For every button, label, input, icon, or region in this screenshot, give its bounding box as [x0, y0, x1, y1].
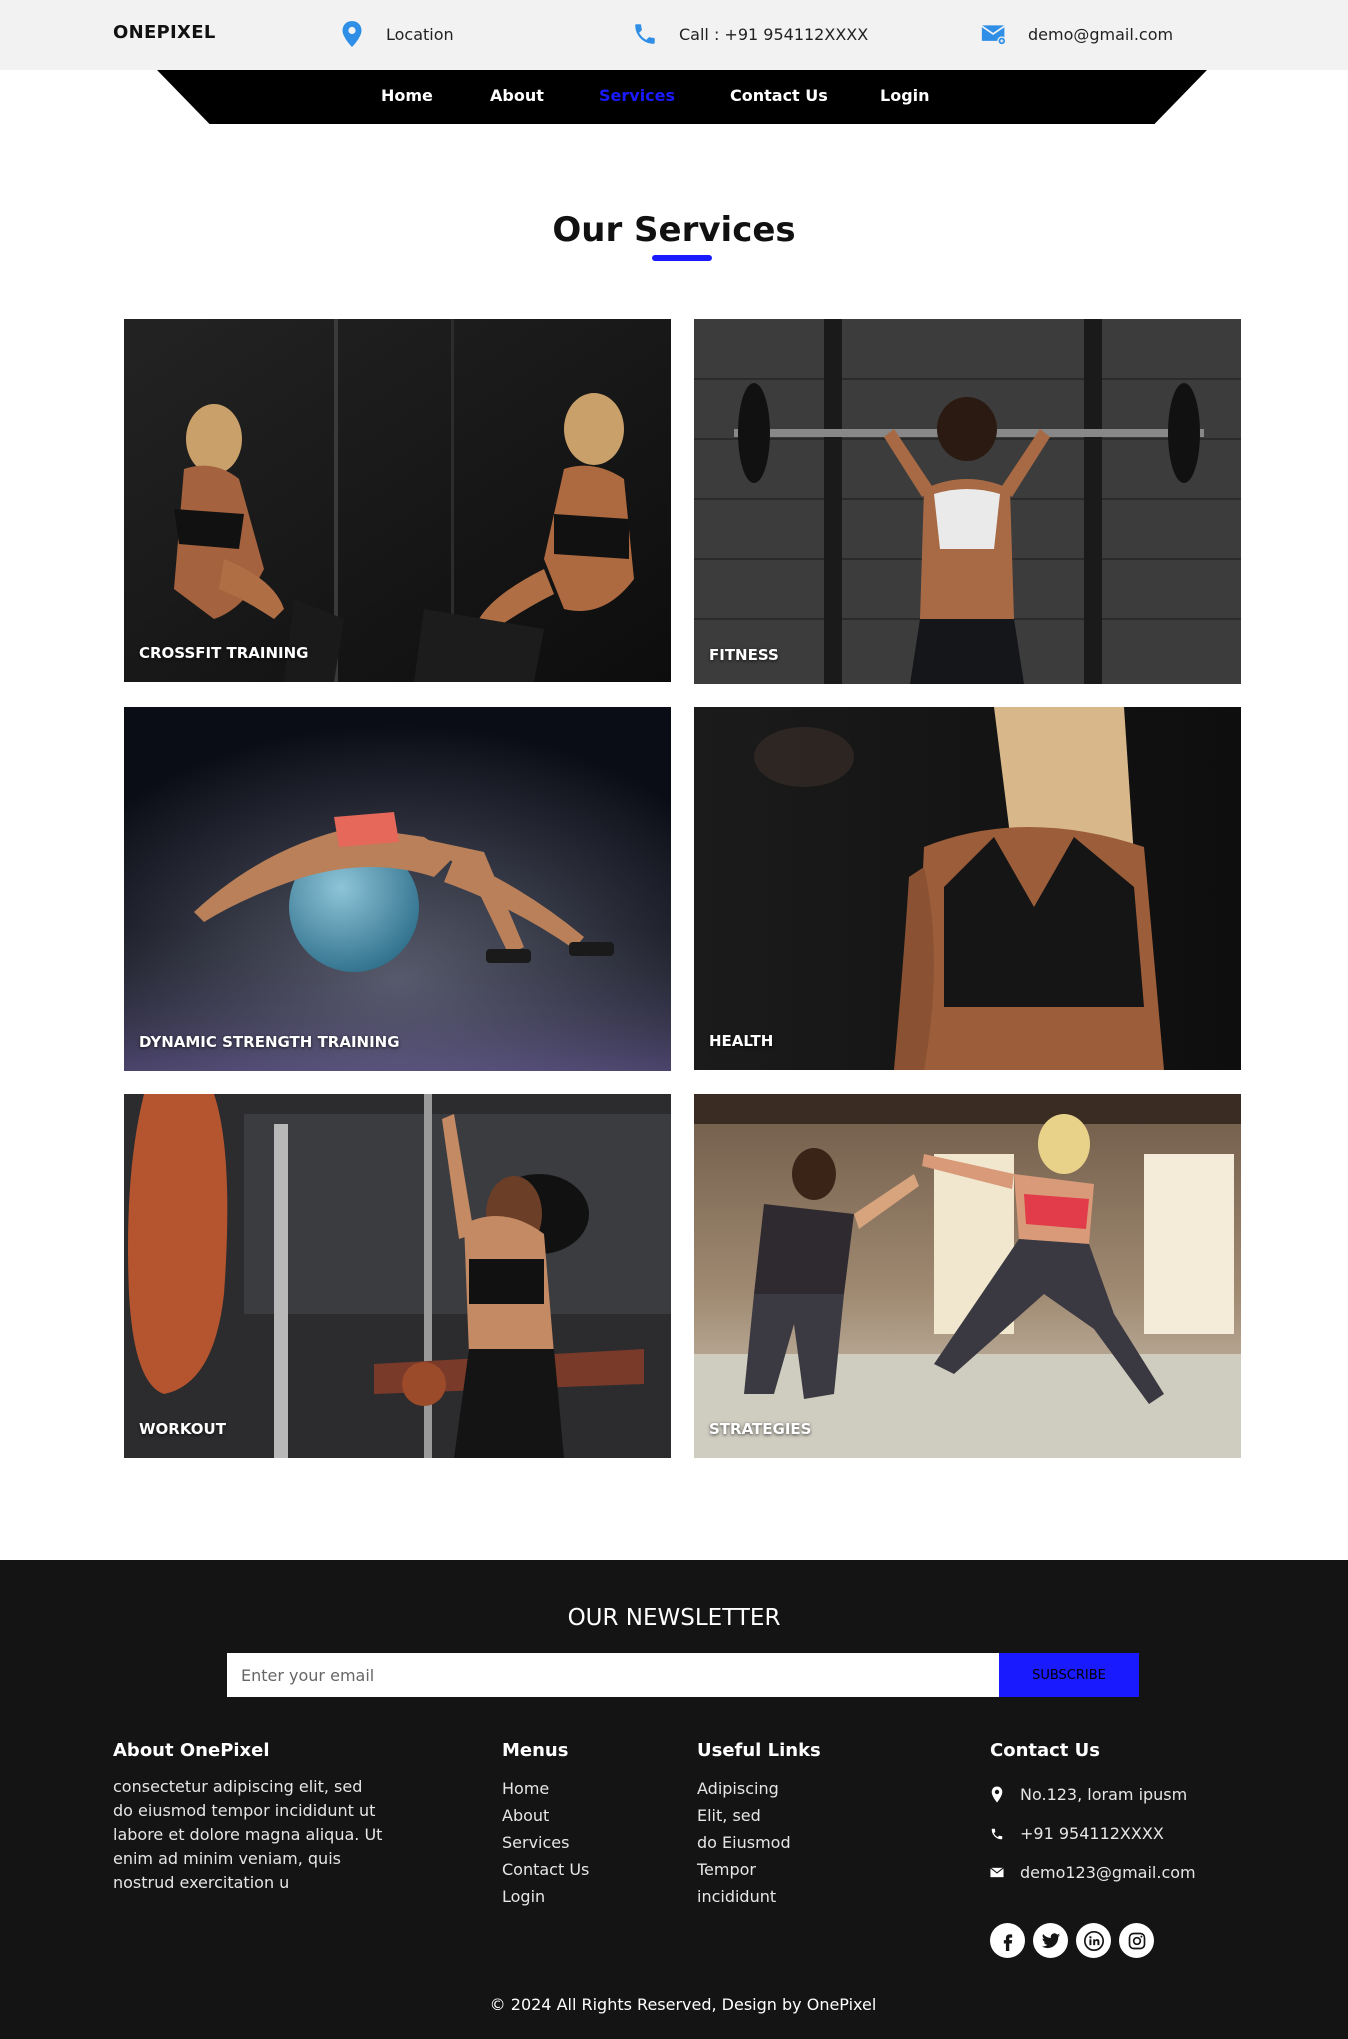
- contact-column: Contact Us No.123, loram ipusm +91 95411…: [990, 1740, 1196, 1892]
- footer: OUR NEWSLETTER SUBSCRIBE About OnePixel …: [0, 1560, 1348, 2039]
- footer-menu-login[interactable]: Login: [502, 1883, 589, 1910]
- fitness-photo: [694, 319, 1241, 684]
- footer-menu-contact-us[interactable]: Contact Us: [502, 1856, 589, 1883]
- service-label: STRATEGIES: [709, 1420, 812, 1438]
- location-label: Location: [386, 24, 454, 44]
- footer-menu-about[interactable]: About: [502, 1802, 589, 1829]
- phone-icon: [632, 20, 658, 48]
- main-nav: Home About Services Contact Us Login: [157, 70, 1207, 124]
- newsletter-email-input[interactable]: [227, 1653, 999, 1697]
- service-label: FITNESS: [709, 646, 779, 664]
- useful-link[interactable]: incididunt: [697, 1883, 821, 1910]
- dynamic-strength-photo: [124, 707, 671, 1071]
- subscribe-button[interactable]: SUBSCRIBE: [999, 1653, 1139, 1697]
- email-text: demo123@gmail.com: [1020, 1863, 1196, 1882]
- facebook-icon[interactable]: [990, 1923, 1025, 1958]
- mail-icon: [981, 20, 1007, 48]
- twitter-icon[interactable]: [1033, 1923, 1068, 1958]
- service-card-crossfit[interactable]: CROSSFIT TRAINING: [124, 319, 671, 682]
- email-label: demo@gmail.com: [1028, 24, 1174, 44]
- nav-login[interactable]: Login: [880, 86, 930, 105]
- location-pin-icon: [990, 1786, 1004, 1804]
- service-card-fitness[interactable]: FITNESS: [694, 319, 1241, 684]
- health-photo: [694, 707, 1241, 1070]
- nav-home[interactable]: Home: [381, 86, 433, 105]
- service-card-strategies[interactable]: STRATEGIES: [694, 1094, 1241, 1458]
- location-info[interactable]: Location: [339, 20, 454, 48]
- top-bar: ONEPIXEL Location Call : +91 954112XXXX …: [0, 0, 1348, 70]
- instagram-icon[interactable]: [1119, 1923, 1154, 1958]
- useful-link[interactable]: do Eiusmod: [697, 1829, 821, 1856]
- crossfit-photo: [124, 319, 671, 682]
- footer-address: No.123, loram ipusm: [990, 1775, 1196, 1814]
- useful-links-column: Useful Links Adipiscing Elit, sed do Eiu…: [697, 1740, 821, 1910]
- title-underline: [652, 255, 712, 261]
- section-title: Our Services: [552, 210, 796, 250]
- about-text: consectetur adipiscing elit, sed do eius…: [113, 1777, 383, 1892]
- menus-column: Menus Home About Services Contact Us Log…: [502, 1740, 589, 1910]
- footer-menu-services[interactable]: Services: [502, 1829, 589, 1856]
- service-label: HEALTH: [709, 1032, 774, 1050]
- nav-services[interactable]: Services: [599, 86, 675, 105]
- service-card-workout[interactable]: WORKOUT: [124, 1094, 671, 1458]
- workout-photo: [124, 1094, 671, 1458]
- location-pin-icon: [339, 20, 365, 48]
- social-links: [990, 1923, 1154, 1958]
- mail-icon: [990, 1864, 1004, 1882]
- linkedin-icon[interactable]: [1076, 1923, 1111, 1958]
- copyright-text: © 2024 All Rights Reserved, Design by On…: [489, 1995, 877, 2014]
- newsletter-title: OUR NEWSLETTER: [567, 1605, 781, 1631]
- about-title: About OnePixel: [113, 1740, 270, 1761]
- useful-link[interactable]: Adipiscing: [697, 1775, 821, 1802]
- brand-logo[interactable]: ONEPIXEL: [113, 22, 216, 43]
- service-card-health[interactable]: HEALTH: [694, 707, 1241, 1070]
- footer-phone[interactable]: +91 954112XXXX: [990, 1814, 1196, 1853]
- email-info[interactable]: demo@gmail.com: [981, 20, 1173, 48]
- footer-menu-home[interactable]: Home: [502, 1775, 589, 1802]
- nav-contact-us[interactable]: Contact Us: [730, 86, 828, 105]
- strategies-photo: [694, 1094, 1241, 1458]
- service-label: CROSSFIT TRAINING: [139, 644, 309, 662]
- phone-icon: [990, 1825, 1004, 1843]
- phone-info[interactable]: Call : +91 954112XXXX: [632, 20, 868, 48]
- useful-link[interactable]: Elit, sed: [697, 1802, 821, 1829]
- phone-label: Call : +91 954112XXXX: [679, 24, 869, 44]
- about-column: About OnePixel consectetur adipiscing el…: [113, 1740, 383, 1895]
- address-text: No.123, loram ipusm: [1020, 1785, 1188, 1804]
- service-label: DYNAMIC STRENGTH TRAINING: [139, 1033, 400, 1051]
- useful-link[interactable]: Tempor: [697, 1856, 821, 1883]
- footer-email[interactable]: demo123@gmail.com: [990, 1853, 1196, 1892]
- useful-links-title: Useful Links: [697, 1740, 821, 1761]
- nav-about[interactable]: About: [490, 86, 544, 105]
- service-card-dynamic-strength[interactable]: DYNAMIC STRENGTH TRAINING: [124, 707, 671, 1071]
- phone-text: +91 954112XXXX: [1020, 1824, 1164, 1843]
- service-label: WORKOUT: [139, 1420, 226, 1438]
- contact-title: Contact Us: [990, 1740, 1101, 1761]
- menus-title: Menus: [502, 1740, 569, 1761]
